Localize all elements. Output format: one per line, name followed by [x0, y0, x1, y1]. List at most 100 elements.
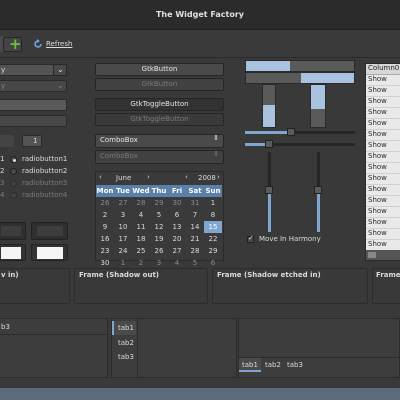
tab-partial[interactable]: b3 [1, 323, 10, 331]
calendar-day[interactable]: 3 [114, 209, 132, 221]
calendar-day[interactable]: 26 [150, 245, 168, 257]
calendar-day[interactable]: 22 [204, 233, 222, 245]
tree-row[interactable]: Show [366, 185, 400, 196]
calendar-day[interactable]: 29 [150, 197, 168, 209]
slider-handle[interactable] [265, 186, 273, 194]
gtk-button-disabled: GtkButton [95, 78, 224, 91]
tree-row[interactable]: Show [366, 97, 400, 108]
tree-row[interactable]: Show [366, 207, 400, 218]
weekday-label: Fri [171, 187, 183, 195]
calendar-day[interactable]: 18 [132, 233, 150, 245]
calendar-day[interactable]: 12 [150, 221, 168, 233]
calendar-day[interactable]: 31 [186, 197, 204, 209]
calendar-day[interactable]: 2 [96, 209, 114, 221]
move-in-harmony-checkbox[interactable]: ✓ [247, 234, 254, 243]
calendar-day[interactable]: 24 [114, 245, 132, 257]
tab-2[interactable]: tab2 [265, 361, 281, 369]
calendar-day[interactable]: 29 [204, 245, 222, 257]
tab-1-active[interactable]: tab1 [239, 358, 261, 372]
refresh-button[interactable]: Refresh [46, 40, 72, 48]
calendar-day[interactable]: 1 [204, 197, 222, 209]
calendar-day[interactable]: 28 [132, 197, 150, 209]
prev-year-icon[interactable]: ‹ [185, 173, 188, 181]
font-button-2[interactable] [31, 244, 68, 261]
calendar-day[interactable]: 20 [168, 233, 186, 245]
vertical-slider-1[interactable] [265, 152, 273, 232]
slider-handle[interactable] [287, 128, 295, 136]
horizontal-slider[interactable] [245, 128, 355, 136]
calendar-day[interactable]: 7 [186, 209, 204, 221]
text-entry[interactable] [0, 99, 67, 111]
calendar-day[interactable]: 10 [114, 221, 132, 233]
calendar-day[interactable]: 8 [204, 209, 222, 221]
calendar-grid[interactable]: Mon Tue Wed Thu Fri Sat Sun 26 27 28 29 30 31 1 2 3 4 5 6… [96, 185, 222, 269]
color-button[interactable] [0, 222, 26, 240]
calendar-day[interactable]: 6 [168, 209, 186, 221]
tree-row[interactable]: Show [366, 108, 400, 119]
slider-handle[interactable] [265, 140, 273, 148]
calendar-day[interactable]: 21 [186, 233, 204, 245]
tree-row[interactable]: Show [366, 196, 400, 207]
spin-down[interactable] [0, 135, 14, 147]
combobox[interactable]: ComboBox ⇕ [95, 134, 224, 148]
tree-row[interactable]: Show [366, 218, 400, 229]
calendar-day[interactable]: 5 [150, 209, 168, 221]
horizontal-scrollbar-2[interactable] [245, 72, 355, 84]
color-button-2[interactable] [31, 222, 68, 240]
calendar-day[interactable]: 11 [132, 221, 150, 233]
calendar-day[interactable]: 14 [186, 221, 204, 233]
tree-row[interactable]: Show [366, 86, 400, 97]
column-header[interactable]: Column0 [366, 64, 400, 75]
tab-1-active[interactable]: tab1 [112, 321, 136, 335]
calendar-day[interactable]: 28 [186, 245, 204, 257]
spin-button[interactable]: 1 [22, 135, 42, 147]
tree-row[interactable]: Show [366, 130, 400, 141]
calendar-day[interactable]: 25 [132, 245, 150, 257]
font-button[interactable] [0, 244, 26, 261]
tab-3[interactable]: tab3 [118, 353, 134, 361]
calendar-day[interactable]: 27 [168, 245, 186, 257]
gtk-toggle-button[interactable]: GtkToggleButton [95, 98, 224, 111]
gtk-button[interactable]: GtkButton [95, 63, 224, 76]
calendar-day[interactable]: 19 [150, 233, 168, 245]
tab-2[interactable]: tab2 [118, 339, 134, 347]
horizontal-scrollbar-1[interactable] [245, 60, 355, 72]
combo-dropdown-button[interactable]: ⌄ [53, 64, 67, 76]
tree-view[interactable]: Column0 Show Show Show Show Show Show Show Show… [365, 63, 400, 261]
weekday-label: Wed [132, 187, 150, 195]
next-month-icon[interactable]: › [147, 173, 150, 181]
calendar-day[interactable]: 4 [132, 209, 150, 221]
tab-3[interactable]: tab3 [287, 361, 303, 369]
calendar-day[interactable]: 30 [168, 197, 186, 209]
vertical-scrollbar-1[interactable] [262, 84, 276, 128]
calendar-day[interactable]: 16 [96, 233, 114, 245]
radiobutton1[interactable] [10, 156, 17, 163]
tree-row[interactable]: Show [366, 75, 400, 86]
tree-row[interactable]: Show [366, 119, 400, 130]
calendar-day[interactable]: 13 [168, 221, 186, 233]
tree-row[interactable]: Show [366, 152, 400, 163]
calendar-day[interactable]: 15 [204, 221, 222, 233]
add-button[interactable]: + [3, 35, 22, 53]
chevron-down-icon: ⌄ [57, 65, 64, 74]
vertical-slider-2[interactable] [314, 152, 322, 232]
tree-view-scrollbar[interactable] [366, 250, 400, 260]
calendar-day[interactable]: 9 [96, 221, 114, 233]
calendar-day[interactable]: 26 [96, 197, 114, 209]
tree-row[interactable]: Show [366, 163, 400, 174]
slider-handle[interactable] [314, 186, 322, 194]
tree-row[interactable]: Show [366, 174, 400, 185]
prev-month-icon[interactable]: ‹ [99, 173, 102, 181]
radio-group: 1 radiobutton1 2 radiobutton2 3 radiobut… [0, 155, 68, 199]
vertical-scrollbar-2[interactable] [310, 84, 326, 128]
combo-entry[interactable]: y [0, 64, 54, 76]
calendar-day[interactable]: 27 [114, 197, 132, 209]
tree-row[interactable]: Show [366, 141, 400, 152]
radiobutton2[interactable] [10, 168, 17, 175]
horizontal-slider-2[interactable] [245, 140, 355, 148]
tree-row[interactable]: Show [366, 229, 400, 240]
calendar-day[interactable]: 17 [114, 233, 132, 245]
calendar-day[interactable]: 23 [96, 245, 114, 257]
next-year-icon[interactable]: › [217, 173, 220, 181]
calendar: ‹ June › ‹ 2008 › Mon Tue Wed Thu Fri Sat Sun … [95, 171, 224, 267]
